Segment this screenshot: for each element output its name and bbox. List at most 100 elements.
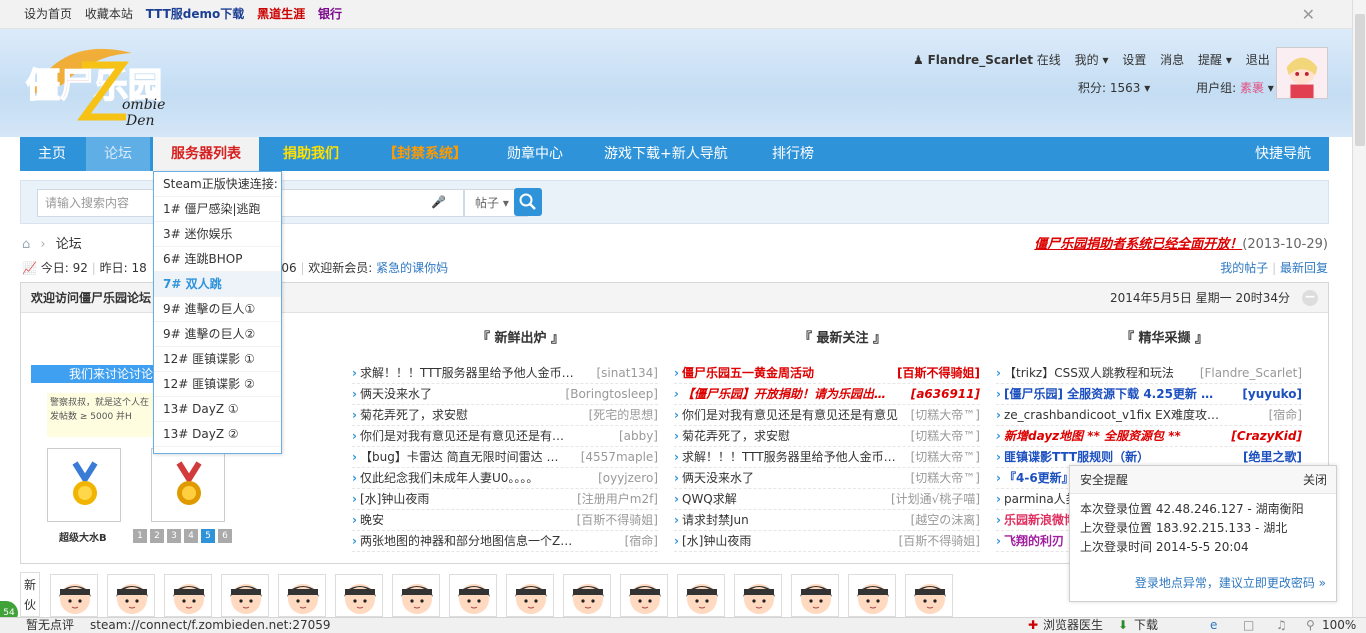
nav-server-list[interactable]: 服务器列表: [153, 137, 259, 171]
page-button[interactable]: 2: [150, 529, 164, 543]
post-row[interactable]: 你们是对我有意见还是有意见还是有意见？！ [abby]: [352, 426, 658, 447]
post-title[interactable]: 【bug】卡雷达 简直无限时间雷达 …: [352, 447, 576, 467]
server-item[interactable]: 9# 進擊の巨人②: [154, 322, 281, 347]
member-avatar[interactable]: [506, 574, 554, 617]
post-row[interactable]: 菊花弄死了，求安慰 [切糕大帝™]: [674, 426, 980, 447]
post-row[interactable]: 求解！！！TTT服务器里给予他人金币的格式 [sinat134]: [352, 363, 658, 384]
server-item[interactable]: 9# 進擊の巨人①: [154, 297, 281, 322]
post-title[interactable]: 俩天没来水了: [674, 468, 898, 488]
site-logo[interactable]: 僵尸 乐园 ombie Den: [22, 45, 172, 129]
ie-icon[interactable]: e: [1210, 618, 1217, 633]
set-homepage-link[interactable]: 设为首页: [24, 7, 72, 21]
post-title[interactable]: 求解！！！TTT服务器里给予他人金币的格: [674, 447, 898, 467]
post-author[interactable]: [oyyjzero]: [598, 468, 658, 488]
post-title[interactable]: 仅此纪念我们未成年人妻U0。。。。: [352, 468, 576, 488]
post-title[interactable]: [水]钟山夜雨: [352, 489, 576, 509]
post-row[interactable]: 新增dayz地图 ** 全服资源包 ** [CrazyKid]: [996, 426, 1302, 447]
member-avatar[interactable]: [734, 574, 782, 617]
menu-settings[interactable]: 设置: [1122, 53, 1146, 67]
medal-image[interactable]: [47, 448, 121, 522]
post-author[interactable]: [yuyuko]: [1242, 384, 1302, 404]
home-icon[interactable]: ⌂: [22, 237, 30, 252]
post-author[interactable]: [切糕大帝™]: [911, 447, 980, 467]
member-avatar[interactable]: [50, 574, 98, 617]
post-author[interactable]: [切糕大帝™]: [911, 426, 980, 446]
post-author[interactable]: [越空の沫离]: [911, 510, 980, 530]
nav-donate[interactable]: 捐助我们: [265, 137, 357, 171]
post-author[interactable]: [4557maple]: [581, 447, 658, 467]
post-row[interactable]: 菊花弄死了，求安慰 [死宅的思想]: [352, 405, 658, 426]
post-author[interactable]: [百斯不得骑姐]: [899, 531, 980, 551]
points-value[interactable]: 1563: [1110, 81, 1141, 95]
nav-medal-center[interactable]: 勋章中心: [489, 137, 581, 171]
post-title[interactable]: 菊花弄死了，求安慰: [674, 426, 898, 446]
zoom-level[interactable]: 100%: [1322, 618, 1356, 633]
member-avatar[interactable]: [848, 574, 896, 617]
post-row[interactable]: ze_crashbandicoot_v1fix EX难度攻略视频除 [宿命]: [996, 405, 1302, 426]
post-title[interactable]: 新增dayz地图 ** 全服资源包 **: [996, 426, 1220, 446]
post-author[interactable]: [Boringtosleep]: [566, 384, 658, 404]
post-row[interactable]: [僵尸乐园] 全服资源下载 4.25更新 … [yuyuko]: [996, 384, 1302, 405]
post-author[interactable]: [CrazyKid]: [1231, 426, 1302, 446]
post-row[interactable]: 僵尸乐园五一黄金周活动[百斯不得骑姐]: [674, 363, 980, 384]
my-posts-link[interactable]: 我的帖子: [1220, 261, 1268, 275]
post-title[interactable]: [僵尸乐园] 全服资源下载 4.25更新 …: [996, 384, 1220, 404]
breadcrumb-forum[interactable]: 论坛: [56, 237, 82, 252]
post-title[interactable]: 菊花弄死了，求安慰: [352, 405, 576, 425]
nav-ban-system[interactable]: 【封禁系统】: [365, 137, 485, 171]
member-avatar[interactable]: [221, 574, 269, 617]
post-title[interactable]: [水]钟山夜雨: [674, 531, 898, 551]
user-avatar[interactable]: [1276, 47, 1328, 99]
page-button[interactable]: 3: [167, 529, 181, 543]
nav-ranking[interactable]: 排行榜: [754, 137, 832, 171]
server-item[interactable]: 6# 连跳BHOP: [154, 247, 281, 272]
post-row[interactable]: 【僵尸乐园】开放捐助！请为乐园出一分力 [a636911]: [674, 384, 980, 405]
post-author[interactable]: [计划通√桃子喵]: [891, 489, 980, 509]
post-title[interactable]: 【trikz】CSS双人跳教程和玩法: [996, 363, 1220, 383]
nav-forum[interactable]: 论坛: [86, 137, 150, 171]
post-author[interactable]: [死宅的思想]: [589, 405, 658, 425]
post-row[interactable]: 【bug】卡雷达 简直无限时间雷达 …[4557maple]: [352, 447, 658, 468]
post-title[interactable]: 俩天没来水了: [352, 384, 576, 404]
member-avatar[interactable]: [563, 574, 611, 617]
post-author[interactable]: [百斯不得骑姐]: [897, 363, 980, 383]
browser-doctor[interactable]: 浏览器医生: [1043, 618, 1103, 633]
post-author[interactable]: [切糕大帝™]: [911, 468, 980, 488]
member-avatar[interactable]: [278, 574, 326, 617]
post-title[interactable]: 请求封禁Jun: [674, 510, 898, 530]
download-button[interactable]: 下载: [1134, 618, 1158, 633]
post-title[interactable]: 两张地图的神器和部分地图信息一个ZM密码 …: [352, 531, 576, 551]
server-item[interactable]: 13# DayZ ②: [154, 422, 281, 447]
bookmark-link[interactable]: 收藏本站: [85, 7, 133, 21]
member-avatar[interactable]: [449, 574, 497, 617]
menu-messages[interactable]: 消息: [1160, 53, 1184, 67]
post-row[interactable]: [水]钟山夜雨[百斯不得骑姐]: [674, 531, 980, 552]
search-button[interactable]: [514, 188, 542, 216]
post-author[interactable]: [sinat134]: [596, 363, 658, 383]
member-avatar[interactable]: [164, 574, 212, 617]
member-avatar[interactable]: [107, 574, 155, 617]
menu-logout[interactable]: 退出: [1246, 53, 1270, 67]
post-row[interactable]: [水]钟山夜雨[注册用户m2f]: [352, 489, 658, 510]
collapse-icon[interactable]: −: [1302, 290, 1318, 306]
member-avatar[interactable]: [335, 574, 383, 617]
post-title[interactable]: 【僵尸乐园】开放捐助！请为乐园出一分力: [674, 384, 898, 404]
nav-download-guide[interactable]: 游戏下载+新人导航: [586, 137, 746, 171]
page-button[interactable]: 4: [184, 529, 198, 543]
medal-image[interactable]: [151, 448, 225, 522]
post-row[interactable]: 俩天没来水了 [切糕大帝™]: [674, 468, 980, 489]
server-item[interactable]: 13# DayZ ①: [154, 397, 281, 422]
post-title[interactable]: 你们是对我有意见还是有意见还是有意见？！: [352, 426, 576, 446]
post-row[interactable]: QWQ求解[计划通√桃子喵]: [674, 489, 980, 510]
post-author[interactable]: [宿命]: [1269, 405, 1302, 425]
post-row[interactable]: 俩天没来水了[Boringtosleep]: [352, 384, 658, 405]
member-avatar[interactable]: [392, 574, 440, 617]
page-button[interactable]: 1: [133, 529, 147, 543]
page-button[interactable]: 6: [218, 529, 232, 543]
nav-home[interactable]: 主页: [20, 137, 84, 171]
post-title[interactable]: 你们是对我有意见还是有意见还是有意见: [674, 405, 898, 425]
mic-icon[interactable]: 🎤: [431, 195, 446, 209]
post-author[interactable]: [注册用户m2f]: [577, 489, 658, 509]
post-title[interactable]: ze_crashbandicoot_v1fix EX难度攻略视频除: [996, 405, 1220, 425]
server-item[interactable]: 12# 匪镇谍影 ①: [154, 347, 281, 372]
